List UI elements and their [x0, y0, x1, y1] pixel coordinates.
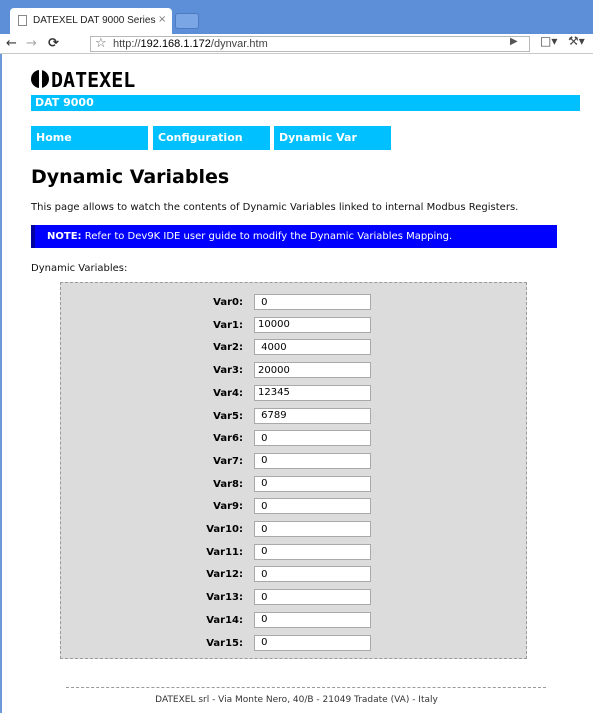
tab-title: DATEXEL DAT 9000 Series: [33, 15, 156, 26]
var-label: Var6:: [213, 433, 243, 445]
product-banner: DAT 9000: [31, 95, 580, 111]
var-value-field[interactable]: [254, 430, 371, 447]
star-icon[interactable]: ☆: [95, 36, 107, 51]
logo-text: DATEXEL: [51, 68, 136, 92]
browser-tabstrip: DATEXEL DAT 9000 Series ×: [0, 0, 593, 34]
var-label: Var0:: [213, 297, 243, 308]
var-label: Var10:: [206, 524, 243, 535]
var-value-field[interactable]: [254, 521, 371, 537]
var-value-field[interactable]: [254, 362, 371, 379]
nav-dynamic-var[interactable]: Dynamic Var: [274, 126, 391, 150]
page-menu-icon[interactable]: □▾: [540, 34, 557, 48]
var-label: Var15:: [206, 637, 243, 649]
var-label: Var13:: [206, 592, 243, 604]
section-label: Dynamic Variables:: [31, 263, 128, 274]
var-value-field[interactable]: [254, 475, 371, 492]
var-value-field[interactable]: [254, 384, 371, 401]
var-label: Var1:: [213, 319, 243, 331]
note-text: NOTE: Refer to Dev9K IDE user guide to m…: [47, 231, 453, 242]
logo-mark-icon: [31, 70, 49, 88]
footer-address: DATEXEL srl - Via Monte Nero, 40/B - 210…: [155, 695, 438, 705]
var-label: Var5:: [213, 410, 243, 422]
forward-arrow-icon[interactable]: →: [26, 35, 37, 53]
browser-toolbar: ← → ⟳ ☆ http://192.168.1.172/dynvar.htm …: [0, 34, 593, 54]
var-value-field[interactable]: [254, 294, 371, 310]
var-value-field[interactable]: [254, 566, 371, 583]
var-label: Var2:: [213, 342, 243, 354]
var-label: Var7:: [213, 455, 243, 467]
var-value-field[interactable]: [254, 589, 371, 606]
play-icon[interactable]: ▶: [510, 36, 518, 47]
browser-tab[interactable]: DATEXEL DAT 9000 Series ×: [10, 8, 172, 34]
var-value-field[interactable]: [254, 634, 371, 651]
var-value-field[interactable]: [254, 407, 371, 424]
var-value-field[interactable]: [254, 316, 371, 333]
note-label: NOTE:: [47, 231, 82, 242]
nav-home[interactable]: Home: [31, 126, 148, 150]
window-border: [0, 54, 2, 713]
var-value-field[interactable]: [254, 339, 371, 356]
page-icon: [18, 15, 27, 26]
url-text: http://192.168.1.172/dynvar.htm: [113, 38, 268, 50]
var-value-field[interactable]: [254, 611, 371, 628]
page-title: Dynamic Variables: [31, 166, 230, 188]
back-arrow-icon[interactable]: ←: [6, 35, 17, 53]
var-label: Var14:: [206, 614, 243, 626]
note-box: NOTE: Refer to Dev9K IDE user guide to m…: [31, 225, 557, 248]
reload-icon[interactable]: ⟳: [48, 35, 59, 53]
var-value-field[interactable]: [254, 543, 371, 560]
footer-divider: [66, 687, 546, 688]
var-value-field[interactable]: [254, 452, 371, 469]
nav-configuration[interactable]: Configuration: [153, 126, 270, 150]
new-tab-button[interactable]: [175, 13, 199, 29]
banner-title: DAT 9000: [35, 96, 94, 109]
var-label: Var8:: [213, 478, 243, 490]
variables-panel: Var0: Var1: Var2: Var3: Var4: Var5: Var6: Var7:…: [60, 282, 527, 659]
var-label: Var3:: [213, 365, 243, 377]
intro-text: This page allows to watch the contents o…: [31, 202, 519, 213]
var-label: Var12:: [206, 569, 243, 581]
wrench-icon[interactable]: ⚒▾: [568, 34, 585, 48]
var-value-field[interactable]: [254, 498, 371, 515]
var-label: Var11:: [206, 546, 243, 558]
address-bar[interactable]: ☆ http://192.168.1.172/dynvar.htm: [90, 36, 530, 52]
var-label: Var9:: [213, 501, 243, 513]
close-icon[interactable]: ×: [158, 14, 166, 25]
var-label: Var4:: [213, 387, 243, 399]
